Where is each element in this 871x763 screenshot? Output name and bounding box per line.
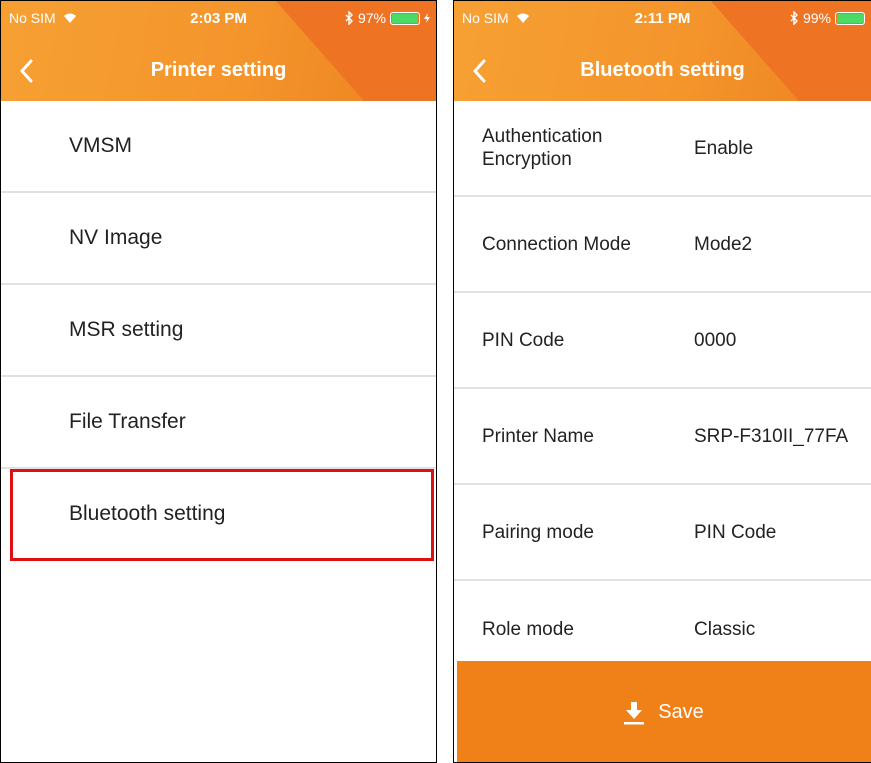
menu-item-label: Bluetooth setting: [69, 502, 226, 525]
bluetooth-settings-list: Authentication Encryption Enable Connect…: [454, 101, 871, 677]
menu-item-msr-setting[interactable]: MSR setting: [1, 285, 436, 377]
menu-item-label: NV Image: [69, 226, 163, 249]
setting-printer-name[interactable]: Printer Name SRP-F310II_77FA: [454, 389, 871, 485]
menu-item-nv-image[interactable]: NV Image: [1, 193, 436, 285]
settings-menu: VMSM NV Image MSR setting File Transfer …: [1, 101, 436, 561]
setting-label: PIN Code: [482, 329, 565, 351]
save-button[interactable]: Save: [457, 661, 871, 762]
setting-pin-code[interactable]: PIN Code 0000: [454, 293, 871, 389]
setting-label: Printer Name: [482, 425, 594, 447]
bluetooth-setting-screen: No SIM 2:11 PM 99% Bluetooth setting Aut…: [453, 0, 871, 763]
setting-connection-mode[interactable]: Connection Mode Mode2: [454, 197, 871, 293]
setting-value: Classic: [694, 618, 756, 640]
bluetooth-icon: [345, 11, 353, 25]
setting-authentication-encryption[interactable]: Authentication Encryption Enable: [454, 101, 871, 197]
page-title: Printer setting: [150, 59, 287, 81]
menu-item-vmsm[interactable]: VMSM: [1, 101, 436, 193]
charging-icon: [424, 13, 430, 23]
setting-label: Pairing mode: [482, 521, 594, 543]
download-icon: [624, 701, 645, 724]
setting-value: PIN Code: [694, 521, 777, 543]
nav-header: No SIM 2:03 PM 97% Printer setting: [1, 1, 436, 101]
printer-setting-screen: No SIM 2:03 PM 97% Printer setting VMSM …: [0, 0, 437, 763]
setting-value: SRP-F310II_77FA: [694, 425, 849, 447]
setting-label: Authentication Encryption: [482, 126, 603, 170]
battery-percent: 97%: [357, 10, 386, 26]
menu-item-file-transfer[interactable]: File Transfer: [1, 377, 436, 469]
menu-item-label: File Transfer: [69, 410, 186, 433]
status-bar: No SIM 2:03 PM 97%: [1, 1, 436, 35]
save-label: Save: [658, 701, 704, 723]
setting-value: 0000: [694, 329, 737, 351]
setting-pairing-mode[interactable]: Pairing mode PIN Code: [454, 485, 871, 581]
battery-icon: [390, 11, 420, 25]
nav-header: No SIM 2:11 PM 99% Bluetooth setting: [454, 1, 871, 101]
menu-item-bluetooth-setting[interactable]: Bluetooth setting: [10, 469, 434, 561]
setting-label: Role mode: [482, 618, 574, 640]
setting-label: Connection Mode: [482, 233, 631, 255]
status-bar: No SIM 2:11 PM 99%: [454, 1, 871, 35]
menu-item-label: VMSM: [69, 134, 132, 157]
setting-value: Enable: [694, 137, 754, 159]
battery-icon: [835, 11, 865, 25]
menu-item-label: MSR setting: [69, 318, 184, 341]
bluetooth-icon: [790, 11, 798, 25]
setting-value: Mode2: [694, 233, 753, 255]
page-title: Bluetooth setting: [580, 59, 745, 81]
battery-percent: 99%: [802, 10, 831, 26]
